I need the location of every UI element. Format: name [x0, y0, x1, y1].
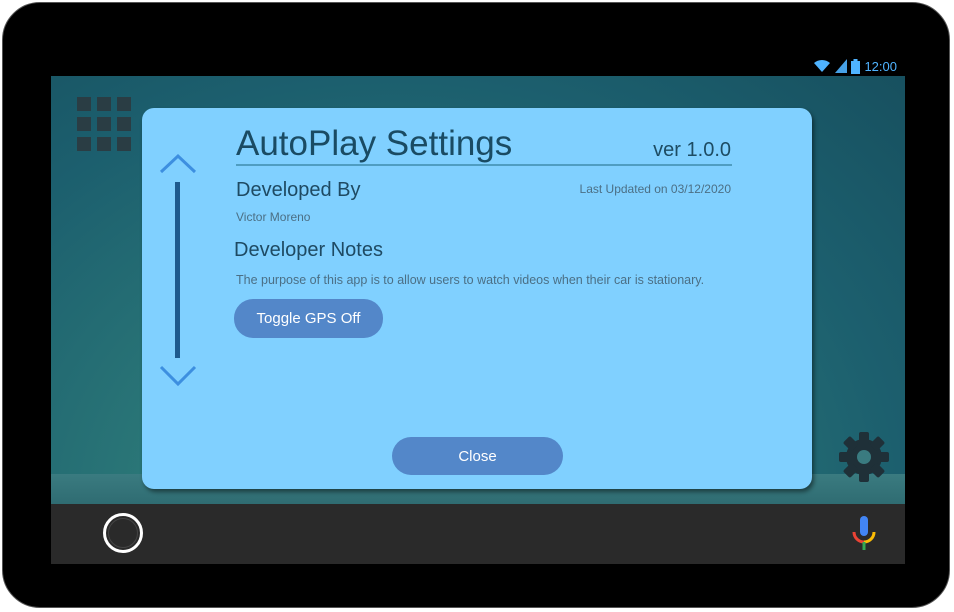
wifi-icon [814, 59, 831, 72]
bottom-nav-bar [51, 504, 905, 564]
chevron-down-icon[interactable] [158, 362, 198, 388]
device-frame: 12:00 AutoPlay Settings ver 1.0.0 Develo… [2, 2, 950, 608]
developer-name: Victor Moreno [236, 210, 311, 224]
toggle-gps-button[interactable]: Toggle GPS Off [234, 299, 383, 338]
battery-icon [851, 58, 861, 74]
signal-icon [835, 59, 848, 73]
last-updated-text: Last Updated on 03/12/2020 [579, 182, 731, 196]
developer-notes-heading: Developer Notes [234, 239, 383, 261]
title-divider [236, 164, 732, 166]
chevron-up-icon[interactable] [158, 152, 198, 176]
gear-icon[interactable] [837, 430, 891, 484]
settings-dialog: AutoPlay Settings ver 1.0.0 Developed By… [142, 108, 812, 489]
developer-notes-text: The purpose of this app is to allow user… [236, 273, 705, 287]
version-label: ver 1.0.0 [653, 139, 731, 161]
status-bar: 12:00 [813, 57, 897, 75]
developed-by-heading: Developed By [236, 179, 361, 201]
apps-grid-icon[interactable] [77, 97, 131, 151]
mic-icon[interactable] [851, 516, 877, 552]
dialog-title: AutoPlay Settings [236, 124, 513, 163]
home-circle-icon[interactable] [103, 513, 143, 553]
close-button[interactable]: Close [392, 437, 563, 475]
status-time: 12:00 [864, 58, 897, 74]
scroll-track[interactable] [175, 182, 180, 358]
